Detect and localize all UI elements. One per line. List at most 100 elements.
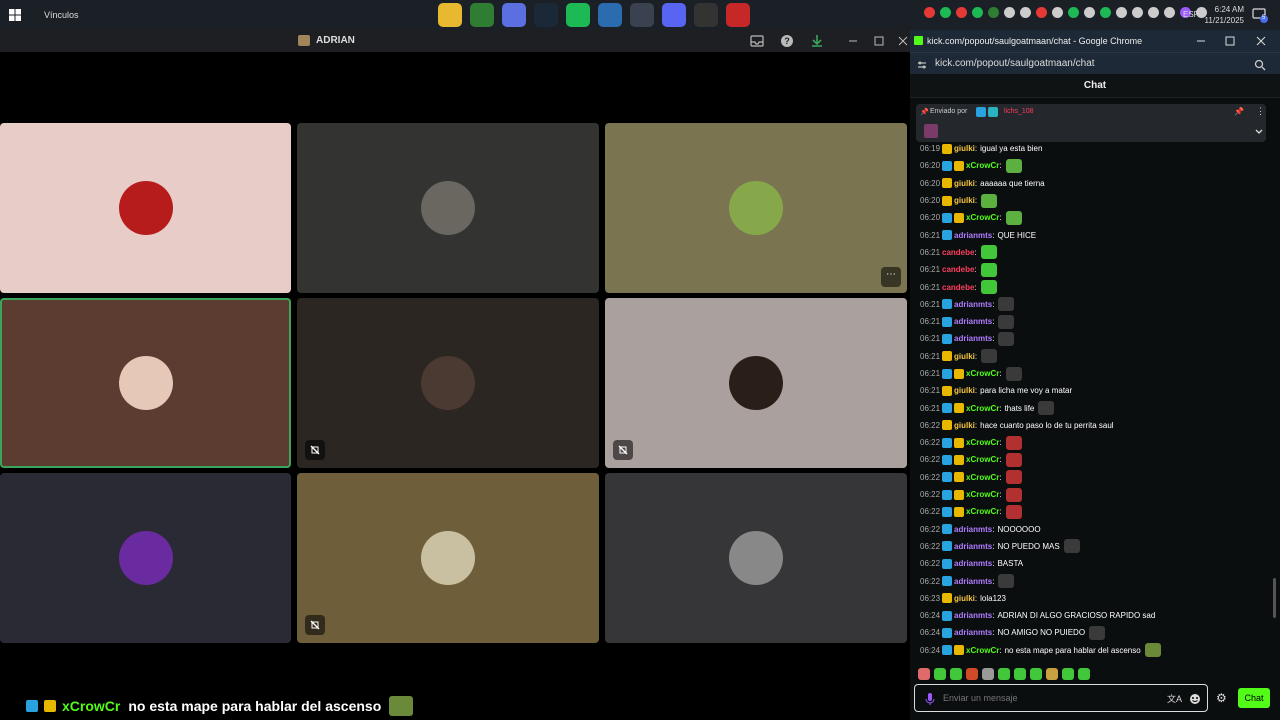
chat-message[interactable]: 06:20 giulki: [910,192,1270,209]
tray-icon[interactable] [1052,7,1063,18]
message-user[interactable]: xCrowCr [966,490,999,499]
chrome-icon[interactable] [470,3,494,27]
message-user[interactable]: adrianmts [954,542,992,551]
links-toolbar-label[interactable]: Vínculos [44,10,79,20]
quick-emote-icon[interactable] [1062,668,1074,680]
maximize-icon[interactable] [1223,34,1237,53]
message-user[interactable]: giulki [954,594,975,603]
address-bar[interactable]: kick.com/popout/saulgoatmaan/chat [910,52,1280,74]
tray-icon[interactable] [1036,7,1047,18]
message-user[interactable]: giulki [954,196,975,205]
chat-message[interactable]: 06:22 adrianmts: NOOOOOO [910,521,1270,538]
message-user[interactable]: giulki [954,144,975,153]
tray-icon[interactable] [972,7,983,18]
tray-icon[interactable] [1116,7,1127,18]
microphone-icon[interactable] [925,692,935,711]
message-user[interactable]: giulki [954,352,975,361]
message-user[interactable]: giulki [954,179,975,188]
chat-message[interactable]: 06:21 adrianmts: [910,313,1270,330]
tray-icon[interactable] [924,7,935,18]
tray-icon[interactable] [1068,7,1079,18]
quick-emote-icon[interactable] [918,668,930,680]
tray-icon[interactable] [1084,7,1095,18]
inbox-icon[interactable] [750,34,764,48]
help-icon[interactable]: ? [780,34,794,48]
chat-message[interactable]: 06:21 adrianmts: QUE HICE [910,226,1270,243]
emoji-icon[interactable] [1189,692,1201,710]
quick-emote-icon[interactable] [950,668,962,680]
emote-quick-bar[interactable] [918,668,1090,680]
chat-message[interactable]: 06:22 adrianmts: NO PUEDO MAS [910,538,1270,555]
minimize-icon[interactable] [846,34,860,48]
chat-message[interactable]: 06:20 xCrowCr: [910,157,1270,174]
spotify-icon[interactable] [566,3,590,27]
participant-tile[interactable] [0,473,291,643]
language-indicator[interactable]: ESP [1183,10,1199,19]
quick-emote-icon[interactable] [1030,668,1042,680]
chat-message[interactable]: 06:21 xCrowCr: thats life [910,399,1270,416]
download-icon[interactable] [810,34,824,48]
tray-icon[interactable] [1164,7,1175,18]
close-icon[interactable] [1254,34,1268,53]
copilot-icon[interactable] [502,3,526,27]
quick-emote-icon[interactable] [1078,668,1090,680]
message-user[interactable]: adrianmts [954,334,992,343]
chat-message[interactable]: 06:24 adrianmts: ADRIAN DI ALGO GRACIOSO R… [910,607,1270,624]
message-user[interactable]: adrianmts [954,577,992,586]
chat-message[interactable]: 06:22 giulki: hace cuanto paso lo de tu pe… [910,417,1270,434]
message-user[interactable]: xCrowCr [966,213,999,222]
quick-emote-icon[interactable] [982,668,994,680]
minimize-icon[interactable] [1194,34,1208,53]
message-user[interactable]: adrianmts [954,317,992,326]
chat-message-list[interactable]: 06:19 giulki: igual ya esta bien 06:20 xCrow… [910,140,1270,659]
send-chat-button[interactable]: Chat [1238,688,1270,708]
tray-icon[interactable] [940,7,951,18]
tray-icon[interactable] [1148,7,1159,18]
message-user[interactable]: candebe [942,283,974,292]
settings-gear-icon[interactable]: ⚙ [1216,691,1227,705]
chat-message[interactable]: 06:24 xCrowCr: no esta mape para hablar de… [910,642,1270,659]
participant-tile[interactable] [297,298,599,468]
tray-icon[interactable] [1020,7,1031,18]
more-options-icon[interactable]: ⋮ [1256,106,1265,117]
chat-message[interactable]: 06:21 giulki: para licha me voy a matar [910,382,1270,399]
pinned-message[interactable]: 📌 Enviado por lichs_108 📌 ⋮ [916,104,1266,142]
quick-emote-icon[interactable] [934,668,946,680]
clock[interactable]: 6:24 AM 11/21/2025 [1202,4,1244,26]
chat-message[interactable]: 06:23 giulki: lola123 [910,590,1270,607]
quick-emote-icon[interactable] [1046,668,1058,680]
message-user[interactable]: adrianmts [954,611,992,620]
store-icon[interactable] [598,3,622,27]
message-user[interactable]: adrianmts [954,300,992,309]
tray-icon[interactable] [1100,7,1111,18]
participant-tile[interactable] [297,473,599,643]
message-user[interactable]: adrianmts [954,525,992,534]
message-user[interactable]: adrianmts [954,628,992,637]
chat-message[interactable]: 06:22 adrianmts: BASTA [910,555,1270,572]
chat-message-input[interactable] [943,691,1163,705]
chat-message[interactable]: 06:21 xCrowCr: [910,365,1270,382]
close-icon[interactable] [896,34,910,48]
participant-tile[interactable] [0,298,291,468]
quick-emote-icon[interactable] [998,668,1010,680]
message-user[interactable]: giulki [954,421,975,430]
tray-icon[interactable] [1132,7,1143,18]
message-user[interactable]: xCrowCr [966,507,999,516]
chat-message[interactable]: 06:20 xCrowCr: [910,209,1270,226]
pin-action-icon[interactable]: 📌 [1234,107,1244,116]
message-user[interactable]: giulki [954,386,975,395]
chat-message[interactable]: 06:21 adrianmts: [910,296,1270,313]
participant-tile[interactable] [297,123,599,293]
file-explorer-icon[interactable] [438,3,462,27]
chat-message[interactable]: 06:21 adrianmts: [910,330,1270,347]
maximize-icon[interactable] [872,34,886,48]
message-user[interactable]: candebe [942,248,974,257]
chat-scrollbar[interactable] [1273,578,1276,618]
participant-tile[interactable] [605,473,907,643]
steam-icon[interactable] [534,3,558,27]
tray-icon[interactable] [956,7,967,18]
message-user[interactable]: candebe [942,265,974,274]
chat-message[interactable]: 06:22 xCrowCr: [910,486,1270,503]
chat-message[interactable]: 06:21 candebe: [910,261,1270,278]
message-user[interactable]: xCrowCr [966,161,999,170]
